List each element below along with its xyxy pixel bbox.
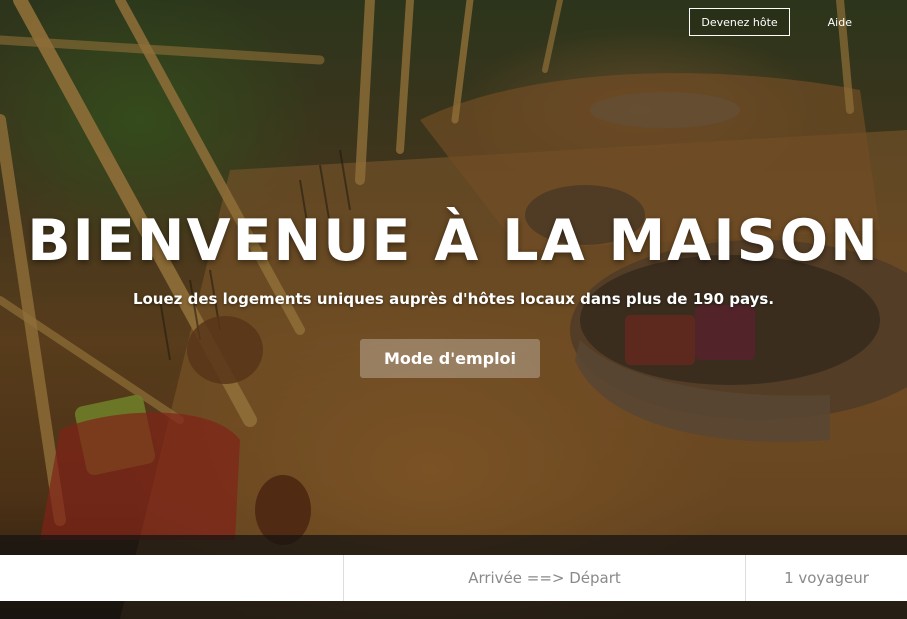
destination-field[interactable] bbox=[0, 555, 344, 601]
how-it-works-button[interactable]: Mode d'emploi bbox=[360, 339, 540, 378]
guests-label: 1 voyageur bbox=[784, 569, 869, 587]
dates-field[interactable]: Arrivée ==> Départ bbox=[344, 555, 746, 601]
search-bar: Arrivée ==> Départ 1 voyageur bbox=[0, 555, 907, 601]
help-link[interactable]: Aide bbox=[828, 16, 852, 29]
destination-input[interactable] bbox=[9, 568, 334, 588]
guests-field[interactable]: 1 voyageur bbox=[746, 555, 907, 601]
hero-title: BIENVENUE À LA MAISON bbox=[27, 208, 880, 274]
top-navigation: Devenez hôte Aide bbox=[689, 7, 907, 37]
hero-dark-overlay bbox=[0, 0, 907, 619]
dates-label: Arrivée ==> Départ bbox=[468, 569, 621, 587]
become-host-button[interactable]: Devenez hôte bbox=[689, 8, 790, 36]
hero-subtitle: Louez des logements uniques auprès d'hôt… bbox=[132, 290, 775, 308]
